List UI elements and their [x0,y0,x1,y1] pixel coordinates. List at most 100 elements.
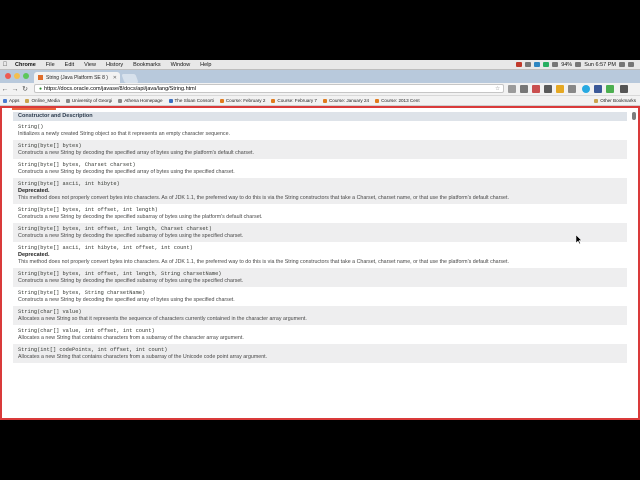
deprecated-label: Deprecated. [18,252,50,258]
bookmark-label: Online_Media [31,98,60,103]
constructor-description: Constructs a new String by decoding the … [18,214,263,220]
bookmark-other[interactable]: Other Bookmarks [591,98,640,103]
bookmarks-bar: Apps Online_Media University of Georgi A… [0,96,640,106]
table-row: String(byte[] bytes, int offset, int len… [13,223,627,242]
close-window-button[interactable] [5,73,11,79]
bookmark-label: Course: February 7 [277,98,317,103]
mouse-cursor-icon [576,235,582,244]
clock[interactable]: Sun 6:57 PM [584,62,616,68]
menu-help[interactable]: Help [195,62,216,68]
address-bar[interactable]: ● https://docs.oracle.com/javase/8/docs/… [34,84,504,93]
constructor-signature-link[interactable]: String(byte[] ascii, int hibyte, int off… [18,245,622,252]
bookmark-course-feb7[interactable]: Course: February 7 [268,98,320,103]
menu-view[interactable]: View [79,62,101,68]
extension-icon[interactable] [594,85,602,93]
bookmark-star-icon[interactable]: ☆ [495,86,500,92]
constructor-signature-link[interactable]: String(byte[] bytes, int offset, int len… [18,226,622,233]
bookmark-uga[interactable]: University of Georgi [63,98,115,103]
constructor-description: Allocates a new String that contains cha… [18,354,268,360]
folder-icon [594,98,599,103]
constructor-signature-link[interactable]: String() [18,124,622,131]
back-icon[interactable]: ← [0,86,10,93]
table-row: String(byte[] ascii, int hibyte) Deprecat… [13,178,627,204]
extension-icon[interactable] [520,85,528,93]
menu-icon[interactable] [620,85,628,93]
zoom-window-button[interactable] [23,73,29,79]
extension-icon[interactable] [508,85,516,93]
constructor-signature-link[interactable]: String(byte[] bytes) [18,143,622,150]
constructor-table-header: Constructor and Description [13,112,627,121]
tray-icon[interactable] [534,62,541,67]
constructor-signature-link[interactable]: String(byte[] bytes, String charsetName) [18,290,622,297]
minimize-window-button[interactable] [14,73,20,79]
bookmark-favicon-icon [271,98,276,103]
menu-window[interactable]: Window [166,62,196,68]
bookmark-online-media[interactable]: Online_Media [22,98,62,103]
constructor-description: Constructs a new String by decoding the … [18,278,244,284]
constructor-description: Constructs a new String by decoding the … [18,297,235,303]
constructor-signature-link[interactable]: String(int[] codePoints, int offset, int… [18,347,622,354]
apple-icon[interactable]:  [0,62,10,68]
table-row: String(byte[] bytes) Constructs a new Str… [13,140,627,159]
constructor-signature-link[interactable]: String(byte[] bytes, int offset, int len… [18,207,622,214]
bookmark-sloan[interactable]: The Sloan Consorti [166,98,217,103]
extension-icon[interactable] [556,85,564,93]
battery-icon[interactable] [575,62,582,67]
mac-menu-bar:  Chrome File Edit View History Bookmark… [0,60,640,70]
extension-icon[interactable] [544,85,552,93]
menu-app[interactable]: Chrome [10,62,41,68]
record-icon[interactable] [516,62,523,67]
menu-edit[interactable]: Edit [60,62,79,68]
menu-file[interactable]: File [41,62,60,68]
search-icon[interactable] [619,62,625,67]
constructor-signature-link[interactable]: String(char[] value, int offset, int cou… [18,328,622,335]
table-row: String(char[] value, int offset, int cou… [13,325,627,344]
extension-icon[interactable] [568,85,576,93]
bookmark-label: Apps [9,98,20,103]
tab-title: String (Java Platform SE 8 ) [46,74,108,81]
constructor-description: This method does not properly convert by… [18,195,509,201]
bookmark-athena[interactable]: Athena Homepage [115,98,165,103]
menu-bookmarks[interactable]: Bookmarks [128,62,166,68]
bookmark-favicon-icon [322,98,327,103]
list-icon[interactable] [628,62,634,67]
bookmark-apps[interactable]: Apps [0,98,22,103]
bookmark-favicon-icon [118,98,123,103]
page-content[interactable]: Constructor and Description String() Init… [0,106,640,420]
constructor-signature-link[interactable]: String(char[] value) [18,309,622,316]
bookmark-course-jan24[interactable]: Course: January 24 [320,98,372,103]
table-row: String(byte[] bytes, int offset, int len… [13,268,627,287]
forward-icon[interactable]: → [10,86,20,93]
bookmark-course-feb2[interactable]: Course: February 2 [217,98,269,103]
constructor-signature-link[interactable]: String(byte[] bytes, int offset, int len… [18,271,622,278]
bookmark-label: The Sloan Consorti [174,98,214,103]
scrollbar[interactable] [632,110,636,416]
battery-percent: 94% [561,61,573,68]
close-tab-icon[interactable]: ✕ [113,75,117,81]
table-row: String(int[] codePoints, int offset, int… [13,344,627,363]
bookmark-label: Course: January 24 [328,98,370,103]
bookmark-favicon-icon [219,98,224,103]
new-tab-button[interactable] [121,74,139,83]
table-row: String(byte[] bytes, String charsetName)… [13,287,627,306]
menu-history[interactable]: History [101,62,128,68]
extension-icon[interactable] [532,85,540,93]
wifi-icon[interactable] [552,62,559,67]
constructor-signature-link[interactable]: String(byte[] ascii, int hibyte) [18,181,622,188]
extension-icon[interactable] [606,85,614,93]
constructor-signature-link[interactable]: String(byte[] bytes, Charset charset) [18,162,622,169]
constructor-description: Initializes a newly created String objec… [18,131,230,137]
tab-string-docs[interactable]: String (Java Platform SE 8 ) ✕ [34,72,120,83]
constructor-description: Constructs a new String by decoding the … [18,150,254,156]
reload-icon[interactable]: ↻ [20,85,30,93]
extension-icon[interactable] [582,85,590,93]
scrollbar-thumb[interactable] [632,112,636,120]
tray-icon[interactable] [543,62,550,67]
bookmark-course-2013[interactable]: Course: 2013 Cent [372,98,423,103]
tray-icon[interactable] [525,62,532,67]
browser-toolbar: ← → ↻ ● https://docs.oracle.com/javase/8… [0,83,640,96]
apps-grid-icon [3,98,7,103]
section-tab-marker [12,108,56,110]
folder-icon [25,98,30,103]
bookmark-favicon-icon [168,98,173,103]
